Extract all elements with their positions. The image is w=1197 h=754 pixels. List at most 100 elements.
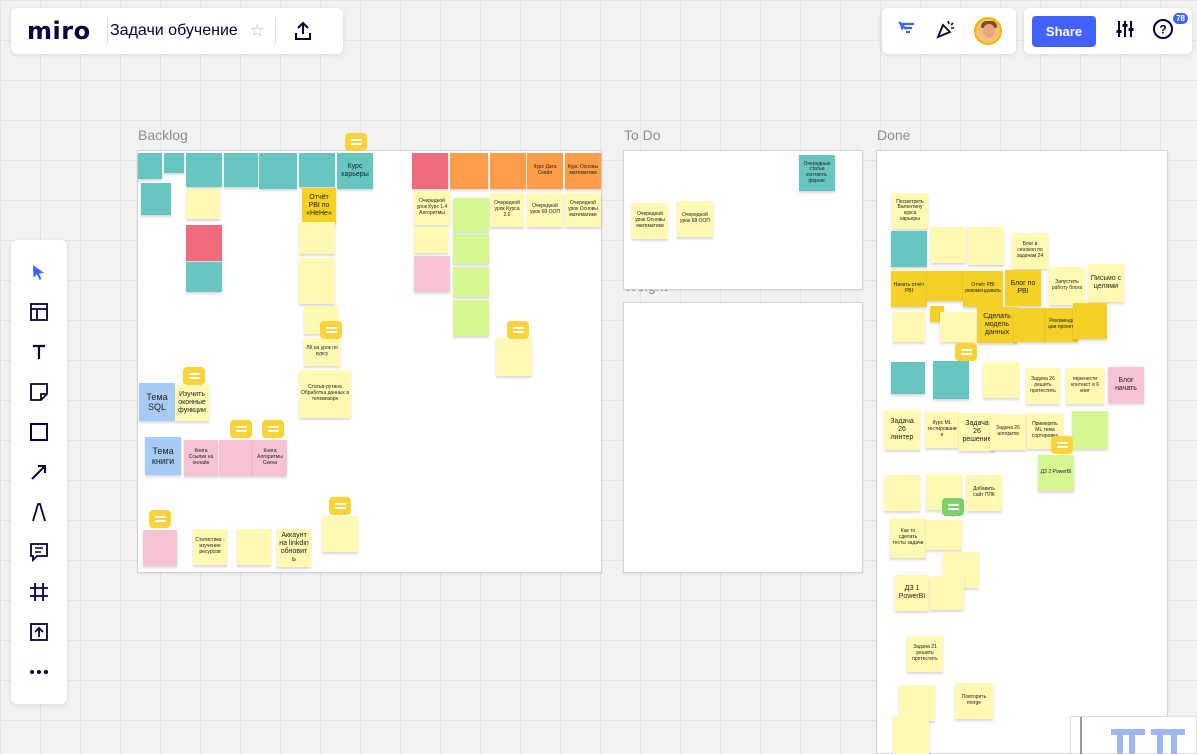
sticky-note-icon[interactable]: [19, 372, 59, 412]
sticky-note[interactable]: Посмотреть Валентину курса карьеры: [892, 193, 928, 229]
sticky-note[interactable]: Очередной урок 68 ООП: [677, 201, 713, 237]
sticky-note[interactable]: [891, 362, 925, 394]
sticky-note[interactable]: [186, 153, 222, 187]
sticky-note[interactable]: Тема SQL: [139, 383, 175, 421]
frame-weight[interactable]: [623, 302, 863, 573]
sticky-note[interactable]: Начать отчёт PBI: [891, 271, 927, 307]
templates-icon[interactable]: [19, 292, 59, 332]
board-title[interactable]: Задачи обучение: [108, 22, 238, 40]
sticky-note[interactable]: Очередной урок Основы математики: [565, 193, 601, 227]
sticky-note[interactable]: [884, 475, 920, 511]
sticky-note[interactable]: [930, 227, 966, 263]
comment-bubble[interactable]: [1051, 436, 1073, 455]
comment-bubble[interactable]: [183, 367, 205, 386]
sticky-note[interactable]: Курс Дата Скейл: [527, 153, 563, 189]
sticky-note[interactable]: Курс Основы математики: [565, 153, 601, 189]
sticky-note[interactable]: [930, 576, 964, 610]
sticky-note[interactable]: [1014, 308, 1046, 342]
minimap[interactable]: [1070, 716, 1197, 754]
sticky-note[interactable]: [186, 262, 222, 292]
sticky-note[interactable]: перенести контекст в 6 книг: [1066, 368, 1104, 404]
sticky-note[interactable]: [496, 338, 532, 376]
sticky-note[interactable]: Статья-рутина Обработка данных в телевиз…: [299, 370, 351, 418]
sticky-note[interactable]: Повторить merge: [955, 683, 993, 719]
sticky-note[interactable]: Курс карьеры: [337, 153, 373, 189]
sticky-note[interactable]: Блог по PBI: [1005, 270, 1041, 306]
user-avatar[interactable]: [974, 17, 1002, 45]
sticky-note[interactable]: Сделать модель данных: [977, 307, 1017, 343]
arrow-icon[interactable]: [19, 452, 59, 492]
sticky-note[interactable]: [259, 153, 297, 189]
select-icon[interactable]: [19, 252, 59, 292]
sticky-note[interactable]: [933, 361, 969, 399]
miro-logo[interactable]: miro: [11, 17, 107, 45]
sticky-note[interactable]: Курс ML тестирование: [925, 412, 959, 448]
sticky-note[interactable]: [299, 258, 335, 304]
sticky-note[interactable]: [893, 312, 925, 342]
comment-bubble[interactable]: [507, 321, 529, 340]
star-icon[interactable]: ☆: [250, 21, 265, 41]
frame-title-done[interactable]: Done: [877, 127, 910, 143]
sticky-note[interactable]: Задача 26 линтер: [884, 410, 920, 450]
sticky-note[interactable]: [299, 222, 335, 254]
sticky-note[interactable]: [237, 529, 271, 565]
sticky-note[interactable]: Блог начать: [1108, 367, 1144, 403]
sticky-note[interactable]: [450, 153, 488, 189]
frame-title-backlog[interactable]: Backlog: [138, 127, 188, 143]
pen-icon[interactable]: [19, 492, 59, 532]
sticky-note[interactable]: Задача 26 алгоритм: [990, 414, 1026, 450]
sticky-note[interactable]: [414, 227, 448, 253]
sticky-note[interactable]: Очередной урок Курса 2.0: [490, 193, 524, 227]
sticky-note[interactable]: [219, 440, 253, 476]
sticky-note[interactable]: Очередные статьи контакта. форекс: [799, 155, 835, 191]
sticky-note[interactable]: Статистика - изучение ресурсов: [193, 529, 227, 565]
sticky-note[interactable]: ДЗ 1 PowerBI: [895, 575, 929, 611]
celebrate-icon[interactable]: [934, 17, 958, 46]
sticky-note[interactable]: Добавить сайт ПЛК: [966, 475, 1002, 511]
sticky-note[interactable]: [412, 153, 448, 189]
sticky-note[interactable]: [927, 271, 963, 301]
sticky-note[interactable]: [1072, 411, 1108, 449]
sticky-note[interactable]: [490, 153, 526, 189]
sticky-note[interactable]: [143, 530, 177, 566]
sticky-note[interactable]: [453, 234, 489, 264]
frame-icon[interactable]: [19, 572, 59, 612]
comment-bubble[interactable]: [320, 321, 342, 340]
sticky-note[interactable]: [164, 153, 184, 173]
sticky-note[interactable]: [1073, 303, 1107, 339]
shape-icon[interactable]: [19, 412, 59, 452]
sticky-note[interactable]: Книга Алгоритмы Скена: [253, 440, 287, 476]
sticky-note[interactable]: Блог в сенокоп по задачам 24: [1012, 233, 1048, 269]
comment-icon[interactable]: [19, 532, 59, 572]
upload-icon[interactable]: [19, 612, 59, 652]
sticky-note[interactable]: [224, 153, 258, 187]
sticky-note[interactable]: Очередной урок 68 ООП: [527, 193, 563, 227]
sticky-note[interactable]: [453, 267, 489, 297]
sticky-note[interactable]: [299, 153, 335, 187]
sticky-note[interactable]: Книга Ссылки на онлайн: [184, 440, 218, 476]
sticky-note[interactable]: ДЗ 2 PowerBI: [1038, 455, 1074, 491]
more-icon[interactable]: [19, 652, 59, 692]
sticky-note[interactable]: Тема книги: [145, 437, 181, 475]
comment-bubble[interactable]: [345, 133, 367, 152]
sticky-note[interactable]: ЛК на урок по курсу: [304, 338, 340, 366]
sticky-note[interactable]: Как то сделать тесты задачи: [890, 518, 926, 558]
sticky-note[interactable]: [926, 520, 962, 550]
settings-sliders-icon[interactable]: [1114, 18, 1136, 45]
comment-bubble-resolved[interactable]: [942, 498, 964, 517]
comment-bubble[interactable]: [230, 420, 252, 439]
sticky-note[interactable]: [893, 716, 929, 754]
sticky-note[interactable]: [138, 153, 162, 179]
sticky-note[interactable]: Запустить работу блога: [1049, 267, 1085, 305]
sticky-note[interactable]: Письмо с целями: [1088, 264, 1124, 302]
sticky-note[interactable]: [186, 225, 222, 261]
sticky-note[interactable]: Очередной урок Основы математики: [632, 203, 668, 239]
sticky-note[interactable]: [322, 516, 358, 552]
sticky-note[interactable]: Отчёт PBI рекомендовать: [963, 271, 1003, 307]
sticky-note[interactable]: [141, 183, 171, 215]
share-button[interactable]: Share: [1032, 15, 1096, 47]
filter-icon[interactable]: [896, 18, 918, 45]
sticky-note[interactable]: Изучить оконные функции: [175, 385, 209, 421]
text-icon[interactable]: [19, 332, 59, 372]
sticky-note[interactable]: [891, 231, 927, 267]
